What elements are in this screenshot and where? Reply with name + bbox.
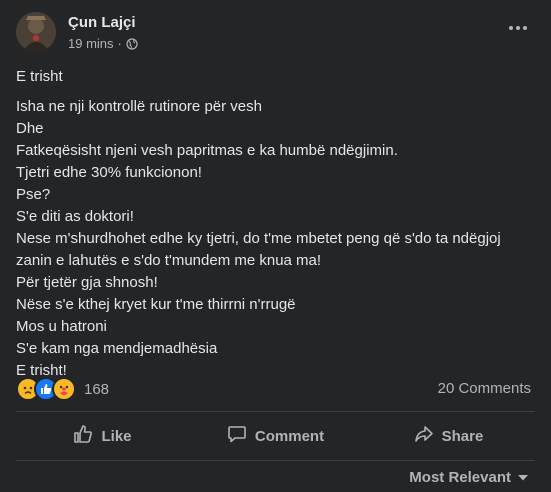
meta-separator: ·	[117, 36, 122, 51]
share-icon	[414, 424, 434, 448]
post-line: Pse?	[16, 186, 51, 203]
post-line: Për tjetër gja shnosh!	[16, 274, 158, 291]
post-line: Tjetri edhe 30% funkcionon!	[16, 164, 202, 181]
post-line: S'e diti as doktori!	[16, 208, 134, 225]
comment-icon	[227, 424, 247, 448]
comments-count-link[interactable]: 20 Comments	[438, 380, 531, 397]
like-outline-icon	[73, 424, 93, 448]
care-icon	[52, 377, 76, 401]
comment-button[interactable]: Comment	[189, 414, 362, 458]
more-options-icon[interactable]	[503, 18, 533, 38]
post-title: E trisht	[16, 68, 63, 85]
sort-label: Most Relevant	[409, 469, 511, 486]
post-text: E trisht Isha ne nji kontrollë rutinore …	[16, 66, 535, 382]
reactions-summary[interactable]: 168	[16, 377, 109, 401]
post-line: Fatkeqësisht njeni vesh papritmas e ka h…	[16, 142, 398, 159]
divider	[16, 411, 535, 412]
share-label: Share	[441, 427, 484, 445]
post-line: Mos u hatroni	[16, 318, 107, 335]
like-label: Like	[101, 427, 132, 445]
post-line: Nëse s'e kthej kryet kur t'me thirrni n'…	[16, 296, 296, 313]
globe-icon[interactable]	[126, 37, 138, 50]
post-line: Dhe	[16, 120, 44, 137]
sort-dropdown[interactable]: Most Relevant	[409, 469, 529, 486]
post-line: Nese m'shurdhohet edhe ky tjetri, do t'm…	[16, 230, 501, 269]
like-button[interactable]: Like	[16, 414, 189, 458]
author-name[interactable]: Çun Lajçi	[68, 14, 136, 31]
divider	[16, 460, 535, 461]
share-button[interactable]: Share	[362, 414, 535, 458]
post-time[interactable]: 19 mins	[68, 36, 114, 51]
post-meta: 19 mins ·	[68, 36, 138, 51]
post-line: S'e kam nga mendjemadhësia	[16, 340, 218, 357]
post-header: Çun Lajçi 19 mins ·	[16, 12, 535, 56]
post-line: Isha ne nji kontrollë rutinore për vesh	[16, 98, 262, 115]
reaction-count: 168	[84, 380, 110, 398]
chevron-down-icon	[517, 469, 529, 486]
avatar[interactable]	[16, 12, 56, 52]
action-bar: Like Comment Share	[16, 414, 535, 458]
comment-label: Comment	[254, 427, 325, 445]
post-card: Çun Lajçi 19 mins · E trisht Isha ne nji…	[0, 0, 551, 492]
